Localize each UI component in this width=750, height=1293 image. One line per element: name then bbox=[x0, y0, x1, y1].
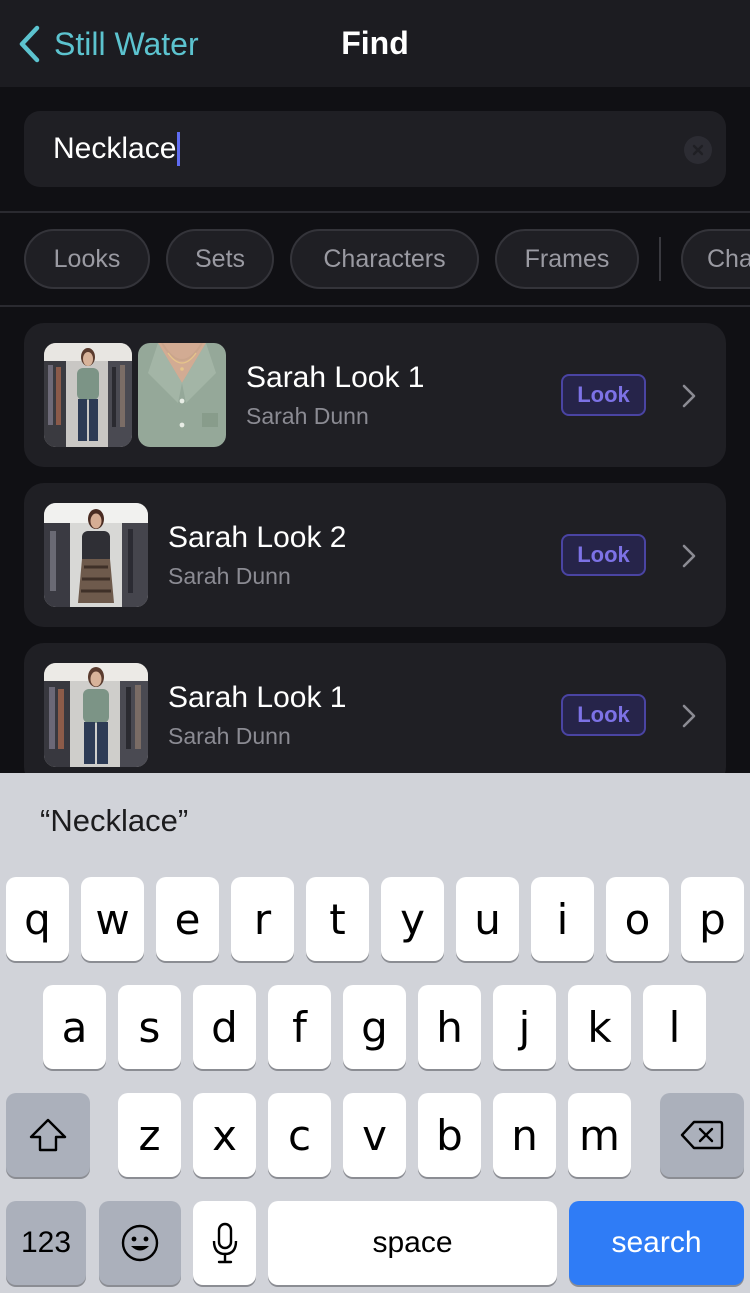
back-label: Still Water bbox=[54, 25, 199, 62]
key-h[interactable]: h bbox=[418, 985, 481, 1069]
key-c[interactable]: c bbox=[268, 1093, 331, 1177]
result-title: Sarah Look 2 bbox=[168, 521, 347, 554]
look-thumbnail bbox=[44, 663, 148, 767]
backspace-icon bbox=[680, 1120, 724, 1150]
result-subtitle: Sarah Dunn bbox=[168, 723, 291, 749]
filter-chip-cha[interactable]: Cha bbox=[681, 229, 750, 289]
result-title: Sarah Look 1 bbox=[168, 681, 347, 714]
key-e[interactable]: e bbox=[156, 877, 219, 961]
key-f[interactable]: f bbox=[268, 985, 331, 1069]
autocomplete-suggestion[interactable]: “Necklace” bbox=[40, 803, 188, 839]
key-l[interactable]: l bbox=[643, 985, 706, 1069]
chevron-right-icon bbox=[682, 704, 696, 728]
key-s[interactable]: s bbox=[118, 985, 181, 1069]
key-u[interactable]: u bbox=[456, 877, 519, 961]
shift-icon bbox=[29, 1118, 67, 1152]
filter-chip-sets[interactable]: Sets bbox=[166, 229, 274, 289]
key-j[interactable]: j bbox=[493, 985, 556, 1069]
look-thumbnail bbox=[44, 343, 132, 447]
filter-chip-frames[interactable]: Frames bbox=[495, 229, 639, 289]
filter-chip-looks[interactable]: Looks bbox=[24, 229, 150, 289]
space-key[interactable]: space bbox=[268, 1201, 557, 1285]
emoji-key[interactable] bbox=[99, 1201, 181, 1285]
type-badge: Look bbox=[561, 694, 646, 736]
look-thumbnail bbox=[44, 503, 148, 607]
search-area: Necklace bbox=[0, 87, 750, 212]
delete-key[interactable] bbox=[660, 1093, 744, 1177]
keyboard: “Necklace” q w e r t y u i o p a s d f g… bbox=[0, 773, 750, 1293]
key-m[interactable]: m bbox=[568, 1093, 631, 1177]
key-o[interactable]: o bbox=[606, 877, 669, 961]
close-icon bbox=[692, 144, 704, 156]
key-d[interactable]: d bbox=[193, 985, 256, 1069]
result-card[interactable]: Sarah Look 2 Sarah Dunn Look bbox=[24, 483, 726, 627]
nav-bar: Still Water Find bbox=[0, 0, 750, 87]
shift-key[interactable] bbox=[6, 1093, 90, 1177]
key-y[interactable]: y bbox=[381, 877, 444, 961]
key-v[interactable]: v bbox=[343, 1093, 406, 1177]
result-card[interactable]: Sarah Look 1 Sarah Dunn Look bbox=[24, 643, 726, 787]
dictation-key[interactable] bbox=[193, 1201, 256, 1285]
back-button[interactable]: Still Water bbox=[16, 22, 199, 66]
key-r[interactable]: r bbox=[231, 877, 294, 961]
divider bbox=[0, 305, 750, 307]
key-a[interactable]: a bbox=[43, 985, 106, 1069]
key-w[interactable]: w bbox=[81, 877, 144, 961]
result-card[interactable]: Sarah Look 1 Sarah Dunn Look bbox=[24, 323, 726, 467]
chevron-right-icon bbox=[682, 544, 696, 568]
key-i[interactable]: i bbox=[531, 877, 594, 961]
clear-search-button[interactable] bbox=[684, 136, 712, 164]
key-g[interactable]: g bbox=[343, 985, 406, 1069]
chevron-right-icon bbox=[682, 384, 696, 408]
key-z[interactable]: z bbox=[118, 1093, 181, 1177]
search-key[interactable]: search bbox=[569, 1201, 744, 1285]
key-q[interactable]: q bbox=[6, 877, 69, 961]
microphone-icon bbox=[212, 1222, 237, 1264]
result-subtitle: Sarah Dunn bbox=[168, 563, 291, 589]
key-x[interactable]: x bbox=[193, 1093, 256, 1177]
key-p[interactable]: p bbox=[681, 877, 744, 961]
key-k[interactable]: k bbox=[568, 985, 631, 1069]
emoji-icon bbox=[121, 1224, 159, 1262]
filter-chips: Looks Sets Characters Frames Cha bbox=[0, 214, 750, 306]
divider bbox=[0, 211, 750, 213]
result-subtitle: Sarah Dunn bbox=[246, 403, 369, 429]
numbers-key[interactable]: 123 bbox=[6, 1201, 86, 1285]
chip-separator bbox=[659, 237, 661, 281]
type-badge: Look bbox=[561, 374, 646, 416]
key-b[interactable]: b bbox=[418, 1093, 481, 1177]
text-caret bbox=[177, 132, 181, 166]
search-input-value: Necklace bbox=[53, 132, 177, 165]
search-input[interactable]: Necklace bbox=[24, 111, 726, 187]
chevron-left-icon bbox=[19, 25, 40, 63]
key-t[interactable]: t bbox=[306, 877, 369, 961]
filter-chip-characters[interactable]: Characters bbox=[290, 229, 479, 289]
key-n[interactable]: n bbox=[493, 1093, 556, 1177]
type-badge: Look bbox=[561, 534, 646, 576]
result-title: Sarah Look 1 bbox=[246, 361, 425, 394]
look-thumbnail bbox=[138, 343, 226, 447]
